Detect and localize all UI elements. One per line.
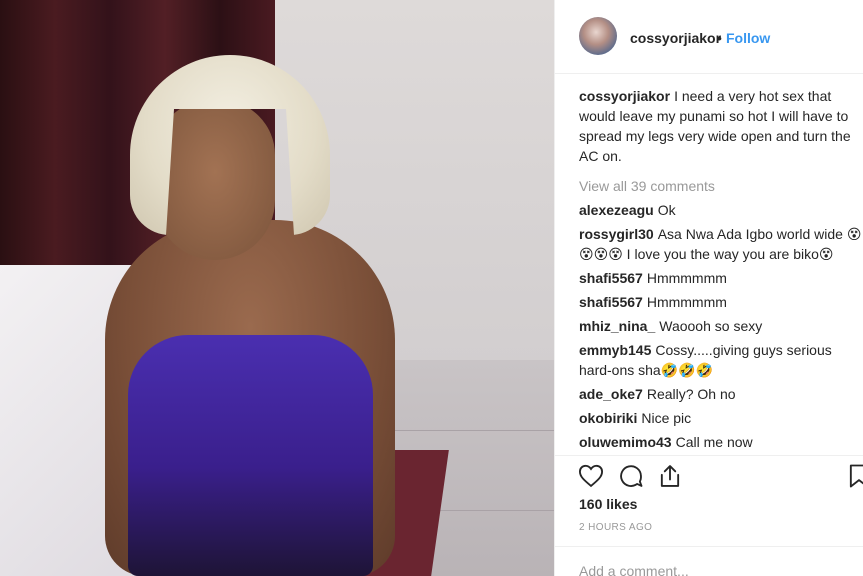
- comment-text: Call me now: [675, 434, 753, 450]
- post-side-panel: cossyorjiakor • Follow cossyorjiakor I ne…: [554, 0, 863, 576]
- comment-username[interactable]: rossygirl30: [579, 226, 654, 242]
- comment-text: Nice pic: [641, 410, 692, 426]
- post-action-bar: [555, 455, 863, 495]
- instagram-post-viewer: cossyorjiakor • Follow cossyorjiakor I ne…: [0, 0, 863, 576]
- header-separator: •: [717, 30, 722, 46]
- comment-username[interactable]: oluwemimo43: [579, 434, 672, 450]
- post-caption: cossyorjiakor I need a very hot sex that …: [579, 86, 863, 166]
- comment-item: shafi5567 Hmmmmmm: [579, 268, 863, 288]
- comment-item: oluwemimo43 Call me now: [579, 432, 863, 452]
- comment-icon[interactable]: [617, 462, 645, 490]
- comment-text: Hmmmmmm: [646, 270, 727, 286]
- comment-text: Really? Oh no: [646, 386, 736, 402]
- photo-dress: [128, 335, 373, 576]
- comment-username[interactable]: alexezeagu: [579, 202, 654, 218]
- comments-list[interactable]: cossyorjiakor I need a very hot sex that …: [579, 86, 863, 455]
- heart-icon[interactable]: [577, 462, 605, 490]
- caption-username[interactable]: cossyorjiakor: [579, 88, 670, 104]
- likes-count[interactable]: 160 likes: [579, 496, 637, 512]
- comment-username[interactable]: shafi5567: [579, 270, 643, 286]
- post-header: cossyorjiakor • Follow: [555, 0, 863, 74]
- comment-text: Ok: [657, 202, 676, 218]
- comment-item: mhiz_nina_ Waoooh so sexy: [579, 316, 863, 336]
- post-photo[interactable]: [0, 0, 554, 576]
- comment-item: emmyb145 Cossy.....giving guys serious ha…: [579, 340, 863, 380]
- comment-item: rossygirl30 Asa Nwa Ada Igbo world wide 😵…: [579, 224, 863, 264]
- comment-item: okobiriki Nice pic: [579, 408, 863, 428]
- post-timestamp: 2 HOURS AGO: [579, 522, 653, 533]
- follow-button[interactable]: Follow: [726, 30, 770, 46]
- comment-item: shafi5567 Hmmmmmm: [579, 292, 863, 312]
- share-icon[interactable]: [656, 462, 684, 490]
- comment-username[interactable]: okobiriki: [579, 410, 637, 426]
- comment-username[interactable]: ade_oke7: [579, 386, 643, 402]
- comment-username[interactable]: shafi5567: [579, 294, 643, 310]
- view-all-comments-link[interactable]: View all 39 comments: [579, 176, 863, 196]
- comment-text: Waoooh so sexy: [659, 318, 763, 334]
- comment-text: Hmmmmmm: [646, 294, 727, 310]
- header-username[interactable]: cossyorjiakor: [630, 30, 721, 46]
- bookmark-icon[interactable]: [845, 462, 863, 490]
- comment-username[interactable]: emmyb145: [579, 342, 651, 358]
- add-comment-bar: [555, 546, 863, 576]
- comment-item: ade_oke7 Really? Oh no: [579, 384, 863, 404]
- avatar[interactable]: [579, 17, 617, 55]
- comment-username[interactable]: mhiz_nina_: [579, 318, 655, 334]
- comment-item: alexezeagu Ok: [579, 200, 863, 220]
- add-comment-input[interactable]: [579, 563, 839, 576]
